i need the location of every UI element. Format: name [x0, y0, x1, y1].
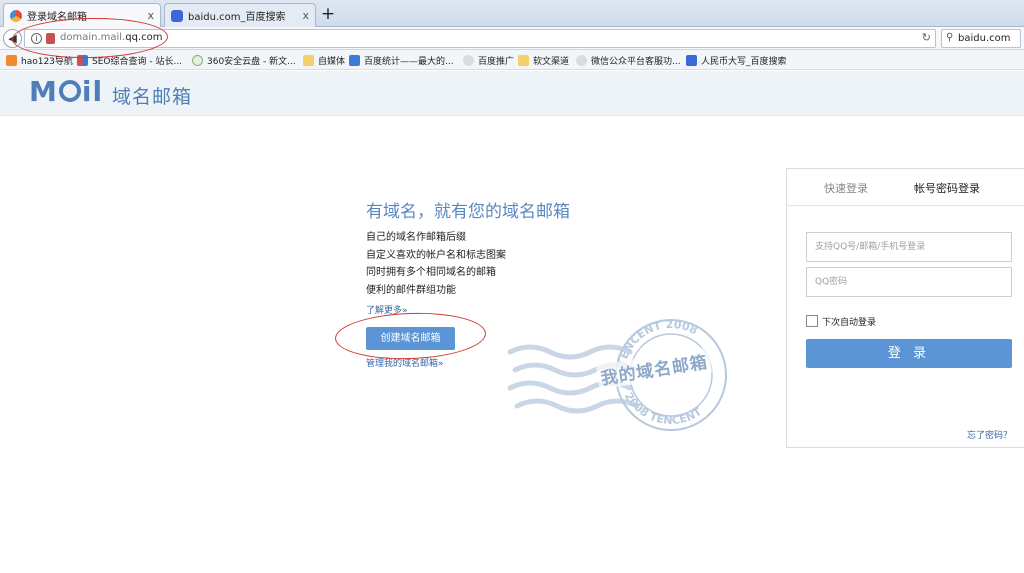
qq-browser-icon [10, 9, 22, 22]
login-tabs: 快速登录 帐号密码登录 [787, 169, 1024, 206]
baidu-paw-icon [171, 9, 183, 22]
create-button-annotation-oval [334, 310, 487, 362]
feature-list: 自己的域名作邮箱后缀 自定义喜欢的帐户名和标志图案 同时拥有多个相同域名的邮箱 … [366, 229, 506, 299]
folder-icon [518, 54, 529, 66]
auto-login-checkbox[interactable] [806, 315, 818, 327]
stamp-ring-bottom-text: 2008 TENCENT [622, 390, 705, 427]
feature-item: 自己的域名作邮箱后缀 [366, 232, 466, 243]
bookmark-baidu-tongji[interactable]: 百度统计——最大的... [349, 53, 454, 67]
bookmark-zimeiti[interactable]: 自媒体 [303, 53, 345, 67]
logo-o-ring [58, 80, 81, 102]
promo-title: 有域名，就有您的域名邮箱 [366, 202, 570, 222]
tab-quick-login[interactable]: 快速登录 [824, 180, 868, 196]
hao123-icon [6, 54, 17, 66]
browser-tab-strip: 登录域名邮箱 x baidu.com_百度搜索 x + [0, 0, 1024, 27]
chart-icon [349, 54, 360, 66]
feature-item: 同时拥有多个相同域名的邮箱 [366, 267, 496, 278]
username-input[interactable] [806, 232, 1012, 262]
folder-icon [303, 54, 314, 66]
logo-text-right: il [81, 75, 104, 108]
feature-item: 自定义喜欢的帐户名和标志图案 [366, 249, 506, 261]
forgot-password-link[interactable]: 忘了密码？ [967, 428, 1012, 441]
search-icon: ⚲ [946, 32, 954, 43]
bookmark-360[interactable]: 360安全云盘 - 新文... [192, 53, 296, 67]
site-header: Mil 域名邮箱 [0, 71, 1024, 116]
bookmark-label: 360安全云盘 - 新文... [207, 56, 296, 67]
new-tab-button[interactable]: + [318, 4, 338, 24]
bookmarks-bar: hao123导航 SEO综合查询 - 站长... 360安全云盘 - 新文...… [0, 50, 1024, 70]
bookmark-label: 人民币大写_百度搜索 [701, 56, 787, 67]
logo-title: 域名邮箱 [112, 86, 193, 108]
bookmark-label: 百度统计——最大的... [364, 56, 454, 67]
close-icon[interactable]: x [147, 9, 154, 22]
logo-text-left: M [29, 75, 58, 108]
login-panel: 快速登录 帐号密码登录 下次自动登录 登 录 忘了密码？ [786, 168, 1024, 448]
reload-icon[interactable]: ↻ [922, 31, 931, 44]
browser-tab-baidu[interactable]: baidu.com_百度搜索 x [164, 3, 316, 27]
cloud-icon [192, 54, 203, 66]
bookmark-ruanwen[interactable]: 软文渠道 [518, 53, 569, 67]
close-icon[interactable]: x [302, 9, 309, 22]
auto-login-label[interactable]: 下次自动登录 [822, 315, 876, 328]
bookmark-label: 软文渠道 [533, 56, 570, 67]
globe-icon [576, 54, 587, 66]
globe-icon [463, 54, 474, 66]
tab-account-password-login[interactable]: 帐号密码登录 [914, 180, 980, 196]
bookmark-label: 自媒体 [318, 56, 346, 67]
bookmark-baidu-tuiguang[interactable]: 百度推广 [463, 53, 514, 67]
bookmark-weixin[interactable]: 微信公众平台客服功... [576, 53, 681, 67]
password-input[interactable] [806, 267, 1012, 297]
feature-item: 便利的邮件群组功能 [366, 284, 456, 296]
search-box[interactable]: ⚲ baidu.com [941, 29, 1021, 48]
search-value: baidu.com [958, 33, 1011, 44]
login-button[interactable]: 登 录 [806, 339, 1012, 368]
tab-label: baidu.com_百度搜索 [188, 12, 286, 23]
baidu-paw-icon [686, 54, 697, 66]
bookmark-label: 微信公众平台客服功... [591, 56, 681, 67]
bookmark-rmb[interactable]: 人民币大写_百度搜索 [686, 53, 787, 67]
mail-logo[interactable]: Mil [29, 75, 103, 108]
bookmark-label: 百度推广 [478, 56, 515, 67]
